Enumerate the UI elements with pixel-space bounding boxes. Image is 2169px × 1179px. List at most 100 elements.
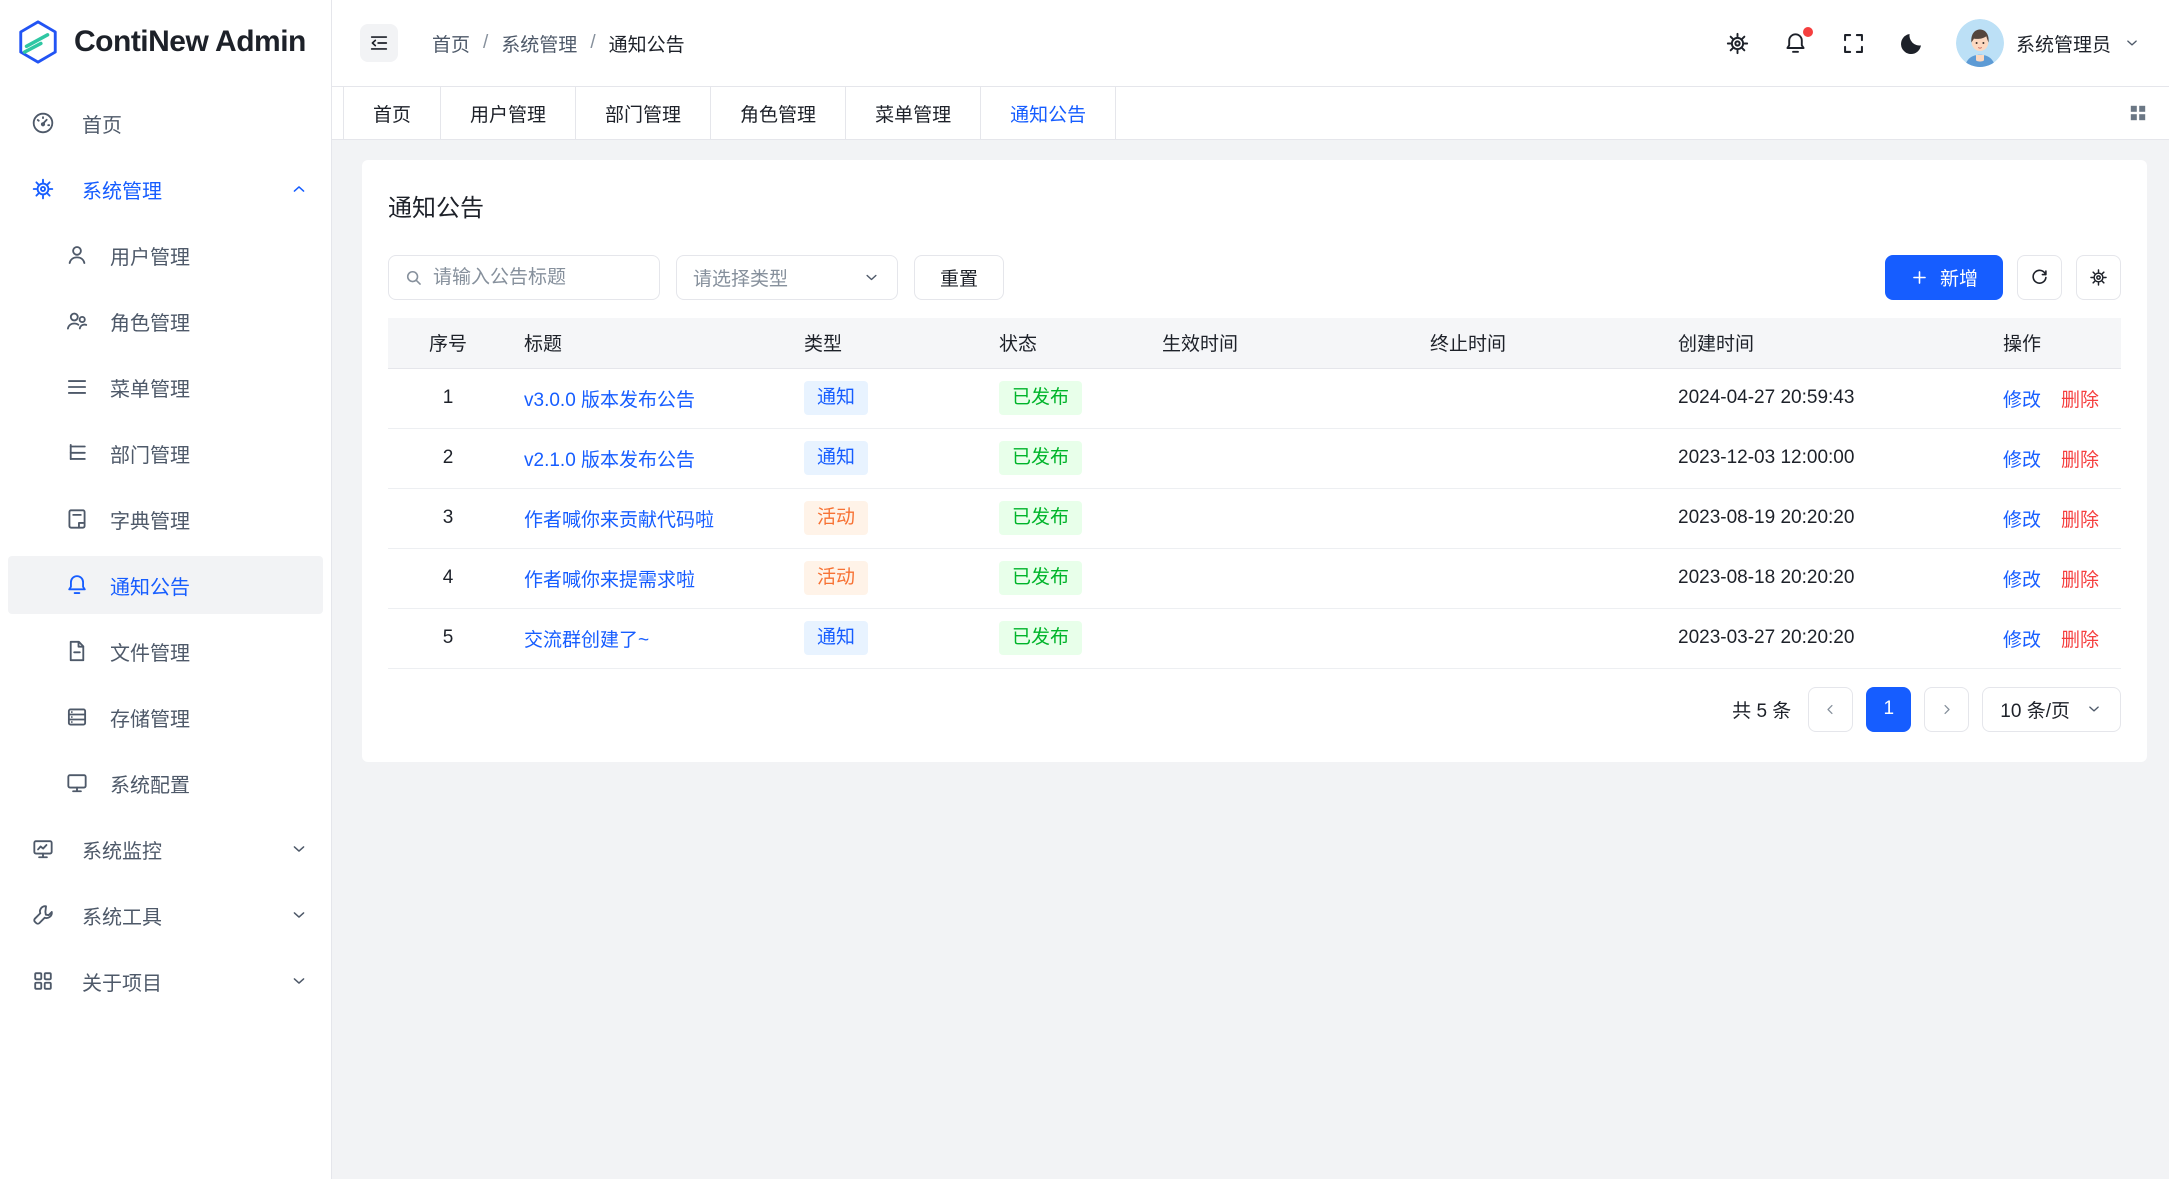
cell-actions: 修改删除 [1987, 548, 2121, 608]
tab-home[interactable]: 首页 [343, 87, 440, 139]
tab-actions-button[interactable] [2126, 101, 2150, 125]
notice-title-link[interactable]: 交流群创建了~ [524, 625, 649, 652]
notification-dot [1803, 27, 1813, 37]
tab-menu-management[interactable]: 菜单管理 [845, 87, 980, 139]
fullscreen-button[interactable] [1840, 30, 1867, 57]
notice-title-link[interactable]: v3.0.0 版本发布公告 [524, 385, 695, 412]
sidebar-item-dict-management[interactable]: 字典管理 [8, 490, 323, 548]
config-icon [64, 770, 90, 796]
breadcrumb-separator: / [483, 32, 488, 54]
add-button[interactable]: 新增 [1885, 255, 2003, 300]
table-settings-button[interactable] [2076, 255, 2121, 300]
gear-icon [2088, 267, 2109, 288]
tab-role-management[interactable]: 角色管理 [710, 87, 845, 139]
monitor-icon [30, 836, 56, 862]
cell-title: 作者喊你来贡献代码啦 [508, 488, 788, 548]
sidebar-item-menu-management[interactable]: 菜单管理 [8, 358, 323, 416]
sidebar-item-system-tools[interactable]: 系统工具 [8, 886, 323, 944]
settings-button[interactable] [1724, 30, 1751, 57]
dark-mode-toggle[interactable] [1898, 30, 1925, 57]
sidebar-item-user-management[interactable]: 用户管理 [8, 226, 323, 284]
wrench-icon [30, 902, 56, 928]
chevron-right-icon [1938, 701, 1955, 718]
sidebar-item-system-management[interactable]: 系统管理 [8, 160, 323, 218]
cell-status: 已发布 [983, 368, 1146, 428]
sidebar-item-label: 首页 [82, 109, 309, 138]
notice-title-link[interactable]: 作者喊你来贡献代码啦 [524, 505, 714, 532]
cell-type: 活动 [788, 548, 983, 608]
edit-link[interactable]: 修改 [2003, 570, 2041, 591]
cell-effective-time [1146, 608, 1414, 668]
sidebar-item-label: 系统配置 [110, 769, 309, 798]
delete-link[interactable]: 删除 [2061, 390, 2099, 411]
prev-page-button[interactable] [1808, 687, 1853, 732]
status-badge: 已发布 [999, 621, 1082, 655]
sidebar-item-role-management[interactable]: 角色管理 [8, 292, 323, 350]
breadcrumb-separator: / [590, 32, 595, 54]
sidebar-item-notice-announcement[interactable]: 通知公告 [8, 556, 323, 614]
breadcrumb-item-system[interactable]: 系统管理 [501, 30, 577, 57]
avatar[interactable] [1956, 19, 2004, 67]
delete-link[interactable]: 删除 [2061, 450, 2099, 471]
notice-table: 序号标题类型状态生效时间终止时间创建时间操作 1v3.0.0 版本发布公告通知已… [388, 318, 2121, 669]
sidebar-item-label: 菜单管理 [110, 373, 309, 402]
breadcrumb-item-home[interactable]: 首页 [432, 30, 470, 57]
edit-link[interactable]: 修改 [2003, 630, 2041, 651]
type-select[interactable]: 请选择类型 [676, 255, 898, 300]
sidebar-item-about-project[interactable]: 关于项目 [8, 952, 323, 1010]
status-badge: 已发布 [999, 501, 1082, 535]
cell-no: 5 [388, 608, 508, 668]
status-badge: 已发布 [999, 381, 1082, 415]
collapse-sidebar-button[interactable] [360, 24, 398, 62]
breadcrumb: 首页 / 系统管理 / 通知公告 [432, 30, 685, 57]
tab-dept-management[interactable]: 部门管理 [575, 87, 710, 139]
delete-link[interactable]: 删除 [2061, 510, 2099, 531]
sidebar-item-label: 关于项目 [82, 967, 289, 996]
table-body: 1v3.0.0 版本发布公告通知已发布2024-04-27 20:59:43修改… [388, 368, 2121, 668]
column-header-5: 终止时间 [1414, 318, 1662, 368]
notice-title-link[interactable]: 作者喊你来提需求啦 [524, 565, 695, 592]
tab-user-management[interactable]: 用户管理 [440, 87, 575, 139]
refresh-button[interactable] [2017, 255, 2062, 300]
content-area: 通知公告 请选择类型 重置 新增 [332, 140, 2169, 1179]
cell-actions: 修改删除 [1987, 608, 2121, 668]
column-header-4: 生效时间 [1146, 318, 1414, 368]
sidebar-item-home[interactable]: 首页 [8, 94, 323, 152]
sidebar-item-system-config[interactable]: 系统配置 [8, 754, 323, 812]
sidebar-item-storage-management[interactable]: 存储管理 [8, 688, 323, 746]
brand-name: ContiNew Admin [74, 25, 306, 59]
sidebar-item-label: 系统监控 [82, 835, 289, 864]
notifications-button[interactable] [1782, 30, 1809, 57]
sidebar-item-file-management[interactable]: 文件管理 [8, 622, 323, 680]
cell-type: 活动 [788, 488, 983, 548]
edit-link[interactable]: 修改 [2003, 510, 2041, 531]
sidebar-item-dept-management[interactable]: 部门管理 [8, 424, 323, 482]
tab-notice-announcement[interactable]: 通知公告 [980, 87, 1116, 139]
tree-icon [64, 440, 90, 466]
search-input[interactable] [433, 267, 645, 289]
page-size-select[interactable]: 10 条/页 [1982, 687, 2121, 732]
delete-link[interactable]: 删除 [2061, 630, 2099, 651]
chevron-up-icon [289, 179, 309, 199]
table-row: 5交流群创建了~通知已发布2023-03-27 20:20:20修改删除 [388, 608, 2121, 668]
sidebar-item-system-monitor[interactable]: 系统监控 [8, 820, 323, 878]
current-page-button[interactable]: 1 [1866, 687, 1911, 732]
topbar: 首页 / 系统管理 / 通知公告 [332, 0, 2169, 87]
cell-type: 通知 [788, 608, 983, 668]
user-name: 系统管理员 [2016, 30, 2111, 57]
cell-end-time [1414, 548, 1662, 608]
brand-logo[interactable]: ContiNew Admin [0, 0, 331, 84]
edit-link[interactable]: 修改 [2003, 450, 2041, 471]
user-menu[interactable]: 系统管理员 [1956, 19, 2141, 67]
table-row: 2v2.1.0 版本发布公告通知已发布2023-12-03 12:00:00修改… [388, 428, 2121, 488]
topbar-actions: 系统管理员 [1724, 19, 2141, 67]
notice-title-link[interactable]: v2.1.0 版本发布公告 [524, 445, 695, 472]
edit-link[interactable]: 修改 [2003, 390, 2041, 411]
delete-link[interactable]: 删除 [2061, 570, 2099, 591]
collapse-icon [368, 32, 390, 54]
sysgear-icon [30, 176, 56, 202]
table-header-row: 序号标题类型状态生效时间终止时间创建时间操作 [388, 318, 2121, 368]
next-page-button[interactable] [1924, 687, 1969, 732]
main-area: 首页 / 系统管理 / 通知公告 [332, 0, 2169, 1179]
reset-button[interactable]: 重置 [914, 255, 1004, 300]
